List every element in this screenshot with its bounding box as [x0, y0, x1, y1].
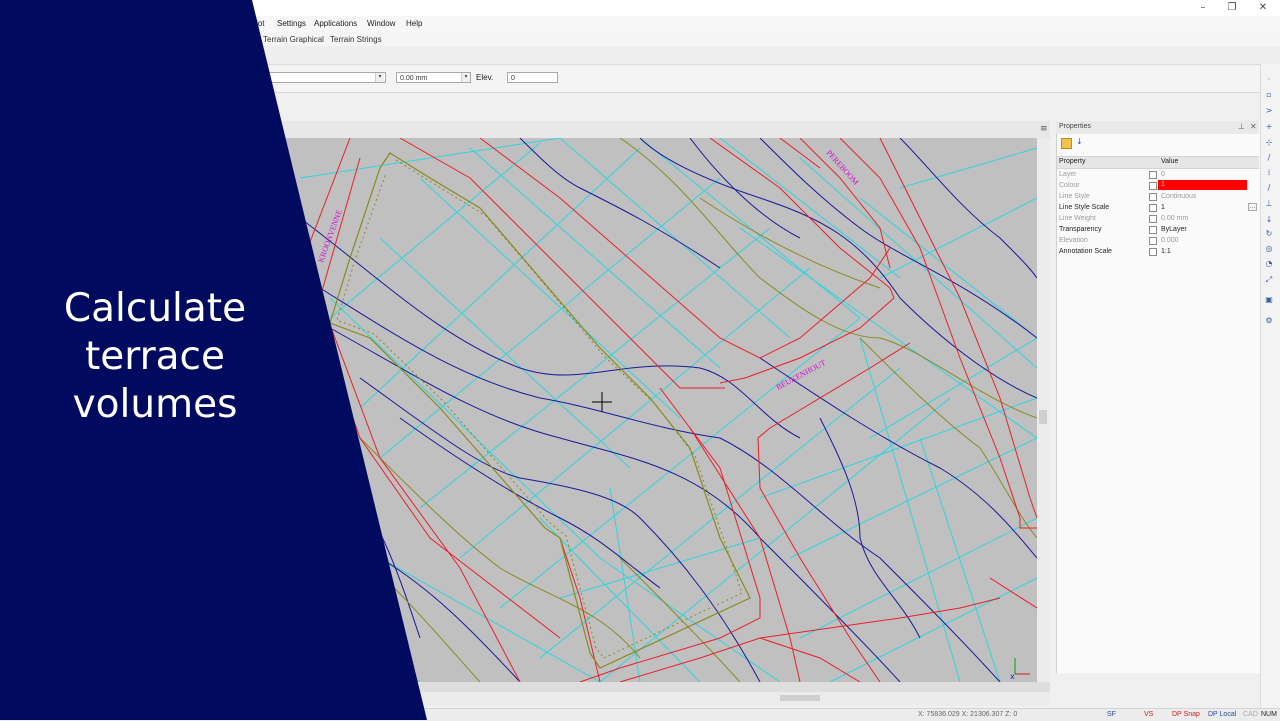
property-value[interactable]: 1 — [1161, 202, 1165, 213]
column-property: Property — [1059, 158, 1086, 165]
close-panel-icon[interactable]: ✕ — [1250, 122, 1257, 131]
categorized-view-icon[interactable] — [1061, 138, 1072, 149]
svg-text:x: x — [1010, 672, 1015, 681]
status-dp-snap[interactable]: DP Snap — [1172, 709, 1200, 720]
scrollbar-thumb[interactable] — [1039, 410, 1047, 424]
status-sf[interactable]: SF — [1107, 709, 1116, 720]
property-value[interactable]: 0.000 — [1161, 235, 1179, 246]
horizontal-scrollbar[interactable] — [420, 682, 1050, 706]
properties-title-bar: Properties ⊥ ✕ — [1056, 121, 1259, 134]
snap-center-icon[interactable]: ◎ — [1263, 244, 1275, 254]
snap-box-icon[interactable]: ▫ — [1263, 90, 1275, 100]
property-row-layer[interactable]: Layer — [1058, 169, 1258, 180]
snap-midpoint-icon[interactable]: ⊹ — [1263, 138, 1275, 148]
linetype-select[interactable] — [262, 72, 386, 83]
snap-window-icon[interactable]: ▣ — [1263, 295, 1275, 305]
snap-tangent-icon[interactable]: ∕ — [1263, 183, 1275, 193]
status-dp-local[interactable]: DP Local — [1208, 709, 1236, 720]
column-value: Value — [1161, 158, 1179, 165]
snap-nearest-icon[interactable]: ⤢ — [1263, 275, 1275, 285]
snap-arrow-icon[interactable]: > — [1263, 106, 1275, 116]
coordinates-readout: X: 75836.029 X: 21306.307 Z: 0 — [918, 711, 1018, 718]
document-tab-bar — [0, 121, 1050, 139]
status-num[interactable]: NUM — [1261, 709, 1277, 720]
property-value[interactable]: 0 — [1161, 169, 1165, 180]
restore-button[interactable]: ❐ — [1225, 2, 1239, 14]
vertical-scrollbar[interactable] — [1037, 138, 1049, 692]
snap-perpendicular-icon[interactable]: ⊥ — [1263, 199, 1275, 209]
secondary-toolbar — [0, 93, 1280, 119]
property-name: Annotation Scale — [1059, 248, 1112, 255]
status-vs[interactable]: VS — [1144, 709, 1153, 720]
property-row-annotation-scale[interactable]: Annotation Scale — [1058, 246, 1258, 257]
chevron-down-icon[interactable]: ▾ — [375, 73, 384, 82]
snap-rotate-icon[interactable]: ↻ — [1263, 229, 1275, 239]
snap-line-icon[interactable]: / — [1263, 153, 1275, 163]
property-checkbox[interactable] — [1149, 226, 1157, 234]
property-value: 1 — [1161, 181, 1165, 188]
property-checkbox[interactable] — [1149, 182, 1157, 190]
property-checkbox[interactable] — [1149, 248, 1157, 256]
menu-plot[interactable]: lot — [256, 19, 264, 28]
chevron-down-icon[interactable]: ▾ — [461, 73, 470, 82]
property-checkbox[interactable] — [1149, 204, 1157, 212]
property-row-elevation[interactable]: Elevation — [1058, 235, 1258, 246]
lineweight-select[interactable]: 0.00 mm — [396, 72, 471, 83]
elevation-label: Elev. — [476, 73, 494, 82]
tab-terrain-graphical[interactable]: Terrain Graphical — [263, 35, 324, 44]
snap-settings-icon[interactable]: ⚙ — [1263, 316, 1275, 326]
snap-intersection-icon[interactable]: + — [1263, 122, 1275, 132]
property-value[interactable]: 0.00 mm — [1161, 213, 1188, 224]
property-value[interactable]: Continuous — [1161, 191, 1196, 202]
tab-terrain-strings[interactable]: Terrain Strings — [330, 35, 382, 44]
overlay-caption: Calculate terrace volumes — [63, 286, 247, 427]
property-row-line-style[interactable]: Line Style — [1058, 191, 1258, 202]
property-name: Line Weight — [1059, 215, 1096, 222]
property-checkbox[interactable] — [1149, 215, 1157, 223]
ellipsis-button[interactable]: … — [1248, 203, 1257, 211]
close-button[interactable]: ✕ — [1256, 2, 1270, 14]
menu-settings[interactable]: Settings — [277, 19, 306, 28]
property-name: Line Style Scale — [1059, 204, 1110, 211]
menu-window[interactable]: Window — [367, 19, 395, 28]
snap-extension-icon[interactable]: ↓ — [1263, 215, 1275, 225]
properties-title: Properties — [1059, 123, 1091, 130]
property-name: Transparency — [1059, 226, 1102, 233]
status-bar — [0, 708, 1280, 721]
property-checkbox[interactable] — [1149, 193, 1157, 201]
ribbon-tabs — [0, 32, 1280, 46]
snap-point-icon[interactable]: · — [1263, 75, 1275, 85]
property-checkbox[interactable] — [1149, 237, 1157, 245]
property-name: Layer — [1059, 171, 1077, 178]
menu-help[interactable]: Help — [406, 19, 422, 28]
status-cad[interactable]: CAD — [1243, 709, 1258, 720]
property-value[interactable]: 1:1 — [1161, 246, 1171, 257]
elevation-input[interactable]: 0 — [507, 72, 558, 83]
property-name: Line Style — [1059, 193, 1090, 200]
pin-icon[interactable]: ⊥ — [1238, 122, 1245, 131]
title-bar — [0, 0, 1280, 16]
sort-az-icon[interactable]: ↓ — [1076, 137, 1083, 146]
snap-quadrant-icon[interactable]: ◔ — [1263, 259, 1275, 269]
property-name: Elevation — [1059, 237, 1088, 244]
menu-bar — [0, 16, 1280, 32]
ribbon-panel — [0, 46, 1280, 65]
properties-header: Property Value — [1057, 156, 1259, 169]
properties-toolbar — [0, 66, 1280, 93]
property-name: Colour — [1059, 182, 1080, 189]
minimize-button[interactable]: – — [1196, 2, 1210, 14]
menu-applications[interactable]: Applications — [314, 19, 357, 28]
scrollbar-thumb[interactable] — [780, 695, 820, 701]
property-row-line-style-scale[interactable]: Line Style Scale — [1058, 202, 1258, 213]
property-row-line-weight[interactable]: Line Weight — [1058, 213, 1258, 224]
property-value[interactable]: ByLayer — [1161, 224, 1187, 235]
property-row-transparency[interactable]: Transparency — [1058, 224, 1258, 235]
menu-icon[interactable]: ≡ — [1040, 124, 1048, 134]
property-checkbox[interactable] — [1149, 171, 1157, 179]
colour-swatch[interactable]: 1 — [1158, 180, 1247, 190]
layout-tabs-strip — [420, 682, 1050, 692]
snap-grid-icon[interactable]: ⁞ — [1263, 168, 1275, 178]
